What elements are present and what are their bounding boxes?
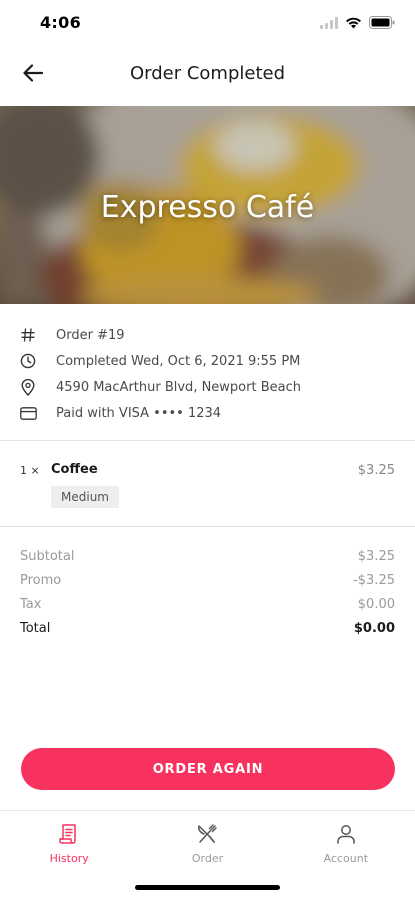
completed-time: Completed Wed, Oct 6, 2021 9:55 PM <box>56 353 301 369</box>
total-row: Total $0.00 <box>0 618 415 642</box>
status-icons <box>320 14 395 33</box>
status-bar: 4:06 <box>0 0 415 44</box>
total-value: $0.00 <box>353 621 395 636</box>
order-again-button[interactable]: ORDER AGAIN <box>21 748 395 790</box>
restaurant-name: Expresso Café <box>100 190 315 225</box>
tax-value: $0.00 <box>357 597 395 612</box>
item-modifier: Medium <box>51 486 119 508</box>
tab-order-label: Order <box>191 852 224 865</box>
user-icon <box>333 821 359 847</box>
page-title: Order Completed <box>129 63 286 84</box>
promo-row: Promo -$3.25 <box>0 570 415 594</box>
order-info: Order #19 Completed Wed, Oct 6, 2021 9:5… <box>0 322 415 426</box>
order-again-label: ORDER AGAIN <box>152 761 264 777</box>
tab-history-label: History <box>49 852 89 865</box>
subtotal-value: $3.25 <box>357 549 395 564</box>
divider <box>0 526 415 527</box>
clock-icon <box>18 351 38 371</box>
wifi-icon <box>345 14 362 33</box>
order-totals: Subtotal $3.25 Promo -$3.25 Tax $0.00 To… <box>0 546 415 642</box>
subtotal-row: Subtotal $3.25 <box>0 546 415 570</box>
tax-label: Tax <box>20 597 42 612</box>
divider <box>0 440 415 441</box>
signal-icon <box>320 14 338 33</box>
item-price: $3.25 <box>357 463 395 478</box>
completed-time-row: Completed Wed, Oct 6, 2021 9:55 PM <box>0 348 415 374</box>
payment-row: Paid with VISA •••• 1234 <box>0 400 415 426</box>
home-indicator <box>135 885 280 890</box>
promo-value: -$3.25 <box>353 573 395 588</box>
tab-account-label: Account <box>323 852 369 865</box>
tax-row: Tax $0.00 <box>0 594 415 618</box>
tab-account[interactable]: Account <box>277 811 415 870</box>
tab-order[interactable]: Order <box>138 811 276 870</box>
nav-bar: Order Completed <box>0 48 415 102</box>
item-name: Coffee <box>51 462 98 477</box>
tab-history[interactable]: History <box>0 811 138 870</box>
status-time: 4:06 <box>40 13 81 32</box>
payment-method: Paid with VISA •••• 1234 <box>56 405 222 421</box>
total-label: Total <box>20 621 51 636</box>
hash-icon <box>18 325 38 345</box>
promo-label: Promo <box>20 573 62 588</box>
order-number-row: Order #19 <box>0 322 415 348</box>
order-number: Order #19 <box>56 327 125 343</box>
location-pin-icon <box>18 377 38 397</box>
restaurant-hero-image: Expresso Café <box>0 106 415 304</box>
battery-icon <box>369 14 395 33</box>
address-row: 4590 MacArthur Blvd, Newport Beach <box>0 374 415 400</box>
restaurant-address: 4590 MacArthur Blvd, Newport Beach <box>56 379 301 395</box>
utensils-icon <box>194 821 220 847</box>
item-quantity: 1 × <box>20 464 40 477</box>
tab-bar: History Order Account <box>0 810 415 870</box>
subtotal-label: Subtotal <box>20 549 75 564</box>
receipt-icon <box>56 821 82 847</box>
credit-card-icon <box>18 403 38 423</box>
